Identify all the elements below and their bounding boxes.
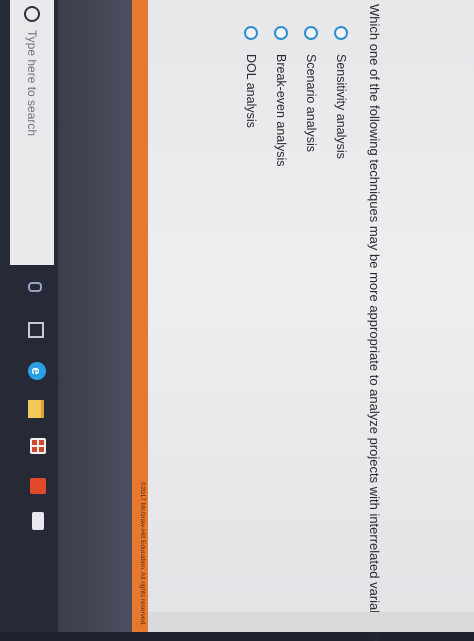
option-label: Sensitivity analysis (334, 54, 348, 159)
taskbar-search-box[interactable]: Type here to search (10, 0, 54, 265)
option-dol-analysis[interactable]: DOL analysis (236, 26, 266, 167)
answer-options: Sensitivity analysis Scenario analysis B… (236, 26, 356, 167)
option-scenario-analysis[interactable]: Scenario analysis (296, 26, 326, 167)
microphone-icon[interactable] (28, 282, 42, 292)
file-explorer-icon[interactable] (28, 400, 44, 418)
radio-button[interactable] (244, 26, 258, 40)
option-break-even-analysis[interactable]: Break-even analysis (266, 26, 296, 167)
page-edge (148, 612, 474, 632)
option-sensitivity-analysis[interactable]: Sensitivity analysis (326, 26, 356, 167)
quiz-page: Which one of the following techniques ma… (148, 0, 474, 641)
task-view-icon[interactable] (28, 322, 44, 338)
edge-browser-icon[interactable]: e (28, 362, 46, 380)
store-icon[interactable] (30, 438, 46, 454)
screen: Which one of the following techniques ma… (0, 0, 474, 641)
screen-bezel-shadow (58, 0, 132, 632)
option-label: DOL analysis (244, 54, 258, 128)
radio-button[interactable] (334, 26, 348, 40)
search-placeholder: Type here to search (25, 30, 39, 137)
radio-button[interactable] (274, 26, 288, 40)
search-icon (24, 6, 40, 22)
office-icon[interactable] (30, 478, 46, 494)
option-label: Scenario analysis (304, 54, 318, 152)
radio-button[interactable] (304, 26, 318, 40)
option-label: Break-even analysis (274, 54, 288, 167)
copyright-text: ©2017 McGraw-Hill Education. All rights … (139, 481, 146, 626)
mail-icon[interactable] (32, 512, 44, 530)
question-text: Which one of the following techniques ma… (367, 4, 382, 641)
